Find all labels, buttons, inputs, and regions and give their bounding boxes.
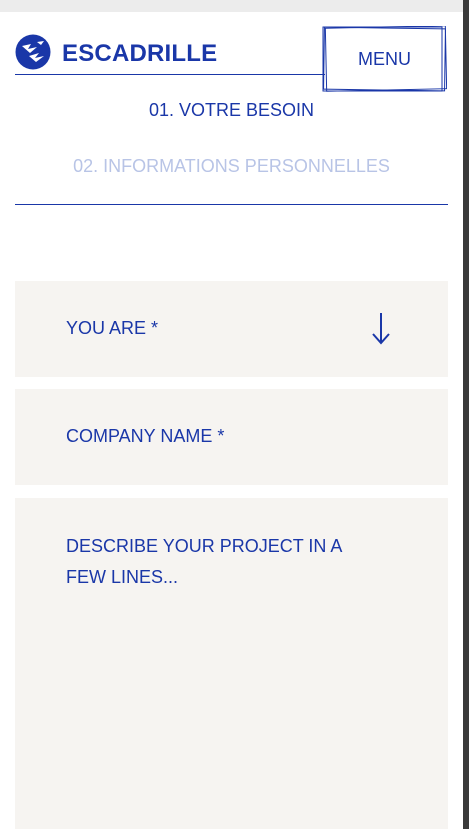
you-are-select[interactable]: YOU ARE *: [15, 281, 448, 377]
step-votre-besoin[interactable]: 01. VOTRE BESOIN: [15, 100, 448, 121]
header-divider: [15, 74, 325, 75]
window-edge: [463, 0, 469, 829]
menu-button[interactable]: MENU: [322, 26, 447, 92]
project-description-textarea[interactable]: DESCRIBE YOUR PROJECT IN A FEW LINES...: [15, 498, 448, 829]
company-name-placeholder: COMPANY NAME *: [66, 426, 225, 446]
company-name-field[interactable]: COMPANY NAME *: [15, 389, 448, 485]
arrow-down-icon: [372, 313, 390, 345]
you-are-label: YOU ARE *: [66, 318, 159, 338]
menu-label: MENU: [358, 49, 411, 69]
browser-top-strip: [0, 0, 469, 12]
bird-flock-icon[interactable]: [15, 34, 51, 70]
step-informations-personnelles[interactable]: 02. INFORMATIONS PERSONNELLES: [15, 156, 448, 177]
project-description-placeholder: DESCRIBE YOUR PROJECT IN A FEW LINES...: [66, 536, 342, 587]
steps-divider: [15, 204, 448, 205]
brand-name[interactable]: ESCADRILLE: [62, 40, 217, 68]
page: ESCADRILLE MENU 01. VOTRE BESOIN 02. INF…: [0, 12, 463, 829]
